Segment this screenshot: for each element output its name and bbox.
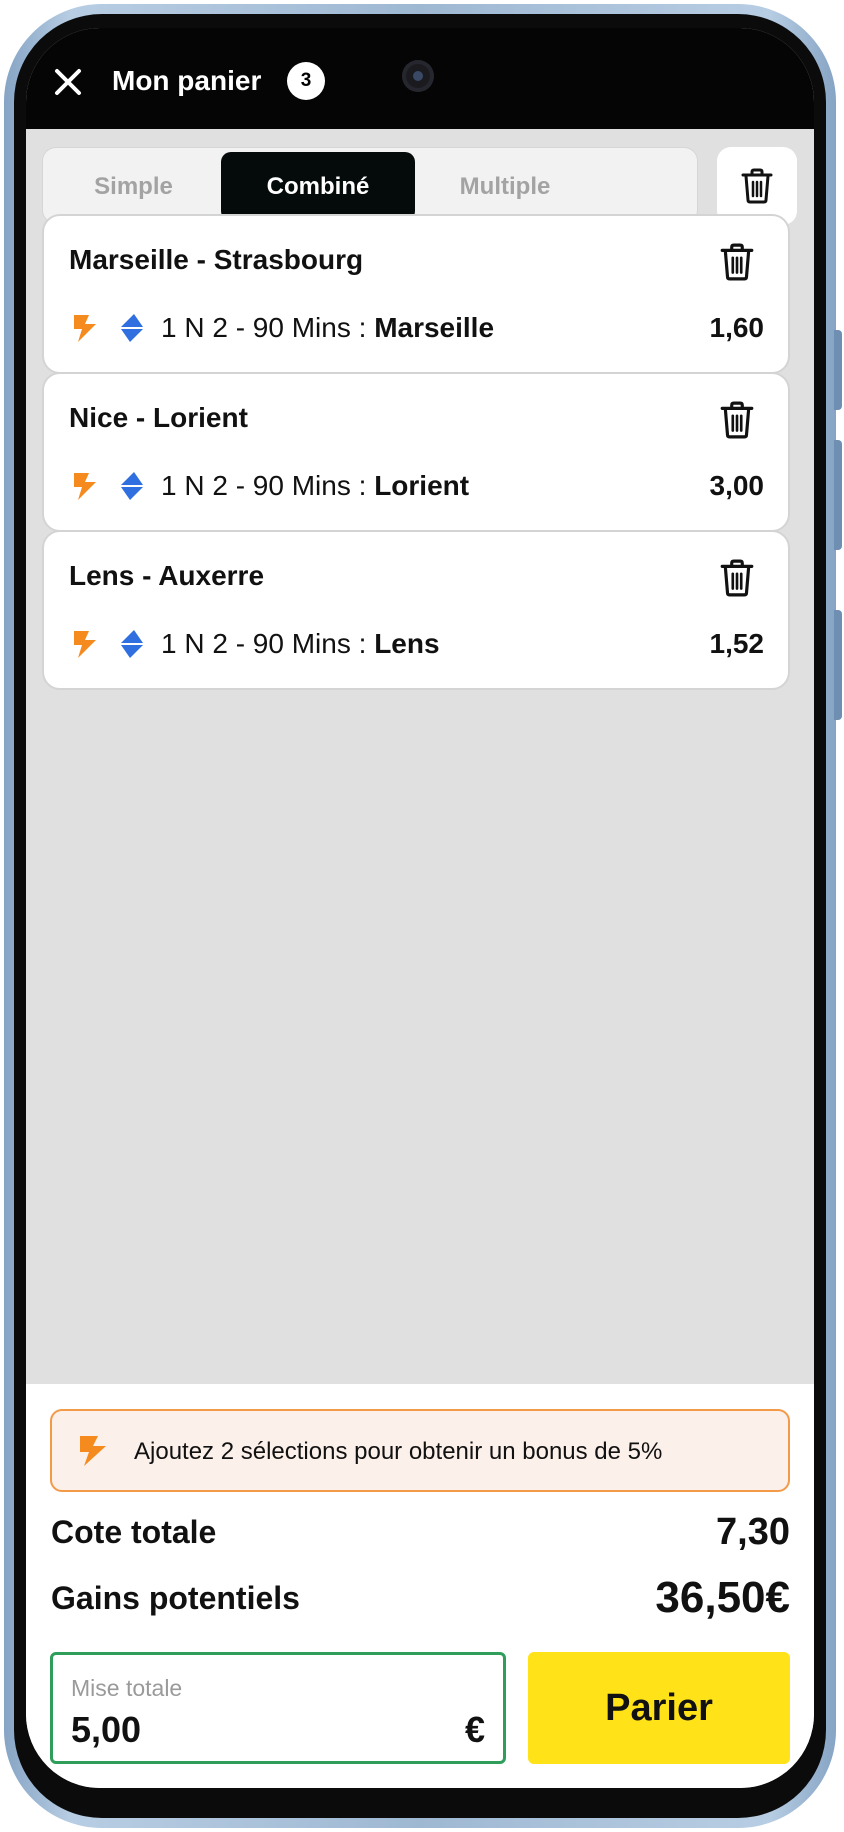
trash-icon: [741, 168, 773, 204]
trash-icon[interactable]: [719, 243, 755, 281]
bet-odds: 3,00: [709, 470, 765, 501]
bet-type-tabs: Simple Combiné Multiple: [42, 147, 698, 224]
bet-selection: Lens: [374, 628, 440, 659]
bet-card: Marseille - Strasbourg 1 N 2 - 90 Mins :…: [42, 214, 790, 374]
total-odds-value: 7,30: [716, 1511, 790, 1553]
page-title: Mon panier: [112, 65, 262, 96]
boost-icon: [121, 472, 143, 500]
phone-side-button: [834, 440, 842, 550]
stake-value[interactable]: 5,00: [71, 1709, 141, 1751]
app-screen: Mon panier 3 Simple Combiné Multiple Mar…: [26, 28, 814, 1788]
place-bet-button[interactable]: Parier: [528, 1652, 790, 1764]
bonus-banner: Ajoutez 2 sélections pour obtenir un bon…: [50, 1409, 790, 1492]
lightning-icon: [74, 631, 96, 658]
total-odds-label: Cote totale: [51, 1514, 217, 1550]
potential-gains-label: Gains potentiels: [51, 1580, 300, 1616]
bet-odds: 1,60: [709, 312, 765, 343]
bet-market: 1 N 2 - 90 Mins : Marseille: [161, 312, 495, 343]
stake-input[interactable]: Mise totale 5,00 €: [50, 1652, 506, 1764]
bonus-message: Ajoutez 2 sélections pour obtenir un bon…: [134, 1438, 663, 1465]
header-bar: Mon panier 3: [26, 28, 814, 129]
lightning-icon: [74, 315, 96, 342]
boost-icon: [121, 630, 143, 658]
tab-combine[interactable]: Combiné: [221, 152, 415, 221]
trash-icon[interactable]: [719, 559, 755, 597]
lightning-icon: [74, 473, 96, 500]
bet-match-name: Lens - Auxerre: [69, 560, 265, 591]
stake-label: Mise totale: [71, 1675, 183, 1701]
bet-market: 1 N 2 - 90 Mins : Lens: [161, 628, 440, 659]
bet-card: Lens - Auxerre 1 N 2 - 90 Mins : Lens 1,…: [42, 530, 790, 690]
bet-odds: 1,52: [709, 628, 765, 659]
bet-selection: Marseille: [374, 312, 495, 343]
phone-side-button: [834, 330, 842, 410]
close-icon[interactable]: [52, 66, 84, 98]
trash-icon[interactable]: [719, 401, 755, 439]
boost-icon: [121, 314, 143, 342]
potential-gains-value: 36,50€: [655, 1573, 790, 1622]
tab-multiple[interactable]: Multiple: [415, 152, 595, 221]
lightning-icon: [80, 1436, 106, 1466]
bet-match-name: Marseille - Strasbourg: [69, 244, 364, 275]
phone-side-button: [834, 610, 842, 720]
tab-simple[interactable]: Simple: [46, 152, 221, 221]
bet-selection: Lorient: [374, 470, 470, 501]
bet-card: Nice - Lorient 1 N 2 - 90 Mins : Lorient…: [42, 372, 790, 532]
currency-symbol: €: [464, 1709, 485, 1750]
front-camera: [402, 60, 434, 92]
bet-market: 1 N 2 - 90 Mins : Lorient: [161, 470, 470, 501]
cart-count-badge: 3: [287, 62, 325, 100]
bet-match-name: Nice - Lorient: [69, 402, 248, 433]
bet-summary-panel: Ajoutez 2 sélections pour obtenir un bon…: [26, 1384, 814, 1788]
